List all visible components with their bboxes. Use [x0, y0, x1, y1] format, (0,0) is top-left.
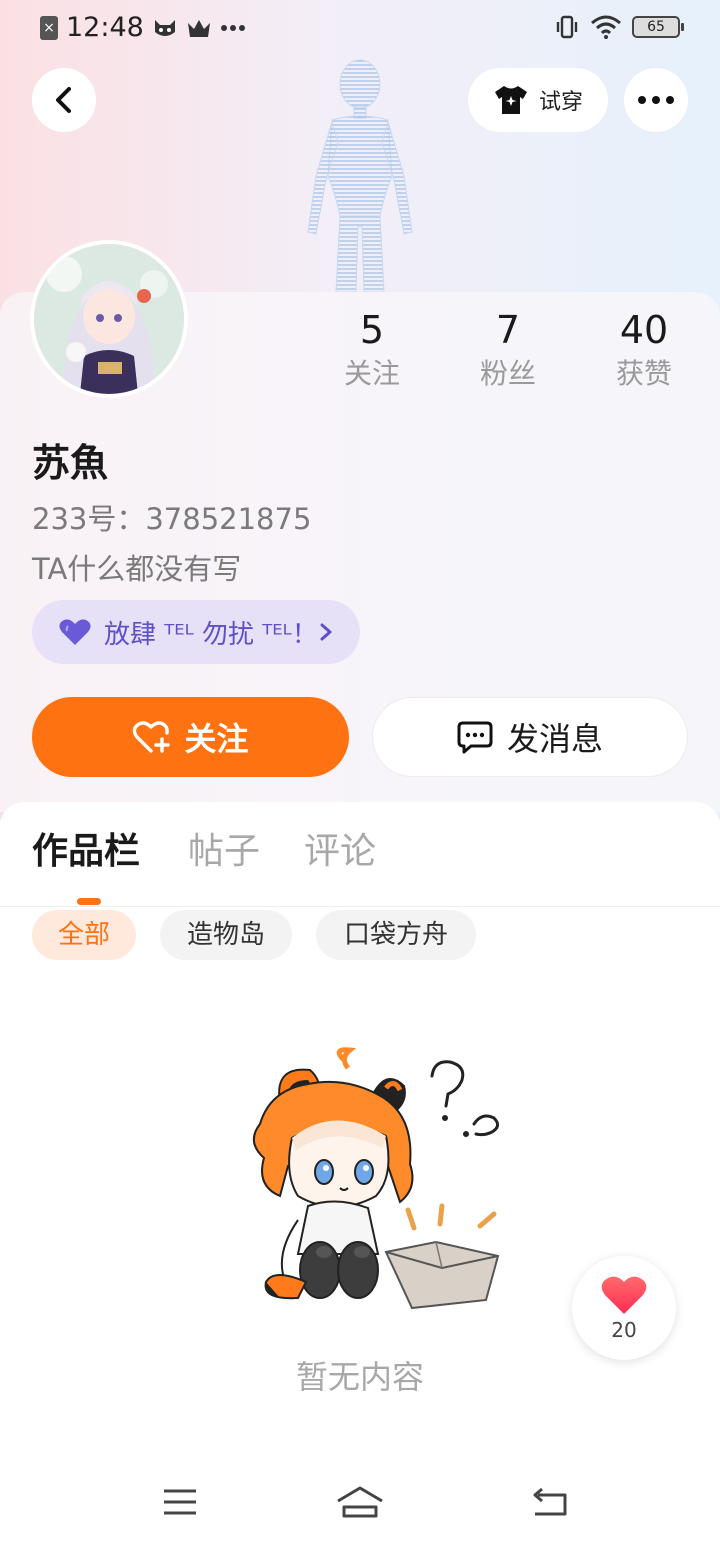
heart-icon [59, 619, 91, 645]
profile-name: 苏魚 [32, 441, 109, 485]
avatar[interactable] [30, 240, 188, 398]
floating-like-count: 20 [611, 1318, 637, 1342]
more-icon [638, 96, 674, 104]
empty-state-text: 暂无内容 [295, 1358, 424, 1396]
crown-icon [187, 19, 210, 37]
menu-icon [164, 1489, 196, 1515]
follow-label: 关注 [184, 720, 249, 758]
back-arrow-icon [56, 87, 71, 113]
empty-state-illustration [253, 1047, 500, 1310]
heart-add-icon [133, 721, 171, 753]
stat-followers-label: 粉丝 [479, 357, 536, 390]
battery-icon: 65 [632, 16, 684, 38]
tab-bar: 作品栏 帖子 评论 [0, 818, 720, 907]
send-message-label: 发消息 [506, 720, 603, 758]
profile-id: 233号：378521875 [32, 502, 312, 536]
filter-chip-creation-island[interactable]: 造物岛 [160, 910, 292, 960]
home-icon [337, 1486, 383, 1518]
sim-off-icon: × [40, 15, 58, 40]
system-nav-bar [0, 1460, 720, 1544]
back-nav-button[interactable] [524, 1482, 574, 1522]
filter-chip-pocket-ark[interactable]: 口袋方舟 [316, 910, 476, 960]
tab-works[interactable]: 作品栏 [32, 822, 140, 874]
stat-followers[interactable]: 7 粉丝 [448, 306, 568, 394]
try-on-button[interactable]: 试穿 [468, 68, 608, 132]
stat-likes[interactable]: 40 获赞 [584, 306, 704, 394]
wifi-icon [591, 15, 621, 39]
tab-posts[interactable]: 帖子 [188, 822, 260, 874]
try-on-label: 试穿 [538, 90, 583, 115]
heart-filled-icon [601, 1276, 647, 1314]
cat-icon [154, 19, 175, 36]
profile-tag-text: 放肆 ᵀᴱᴸ 勿扰 ᵀᴱᴸ！ [104, 619, 318, 650]
profile-bio: TA什么都没有写 [32, 552, 242, 586]
stat-following-label: 关注 [343, 357, 400, 390]
vibrate-icon [556, 15, 578, 39]
tab-active-indicator [77, 898, 101, 905]
stat-following[interactable]: 5 关注 [312, 306, 432, 394]
status-time: 12:48 [66, 12, 144, 43]
chat-bubble-icon [457, 721, 493, 754]
back-nav-icon [533, 1487, 567, 1516]
chevron-right-icon [320, 623, 332, 641]
tab-comments[interactable]: 评论 [304, 822, 376, 874]
floating-like-button[interactable]: 20 [572, 1256, 676, 1360]
back-button[interactable] [32, 68, 96, 132]
more-options-button[interactable] [624, 68, 688, 132]
home-nav-button[interactable] [335, 1482, 385, 1522]
avatar-image [34, 244, 184, 394]
filter-chip-all[interactable]: 全部 [32, 910, 136, 960]
menu-nav-button[interactable] [155, 1482, 205, 1522]
status-bar: × 12:48 65 [0, 0, 720, 56]
tshirt-icon [494, 86, 527, 114]
profile-tag-pill[interactable]: 放肆 ᵀᴱᴸ 勿扰 ᵀᴱᴸ！ [32, 600, 360, 664]
stat-likes-label: 获赞 [615, 357, 672, 390]
avatar-figure-icon [307, 59, 413, 292]
more-dots-icon [220, 24, 245, 31]
follow-button[interactable]: 关注 [32, 697, 349, 777]
divider [0, 906, 720, 907]
send-message-button[interactable]: 发消息 [372, 697, 688, 777]
stat-likes-count: 40 [619, 308, 669, 352]
stat-following-count: 5 [359, 308, 385, 352]
stat-followers-count: 7 [495, 308, 521, 352]
